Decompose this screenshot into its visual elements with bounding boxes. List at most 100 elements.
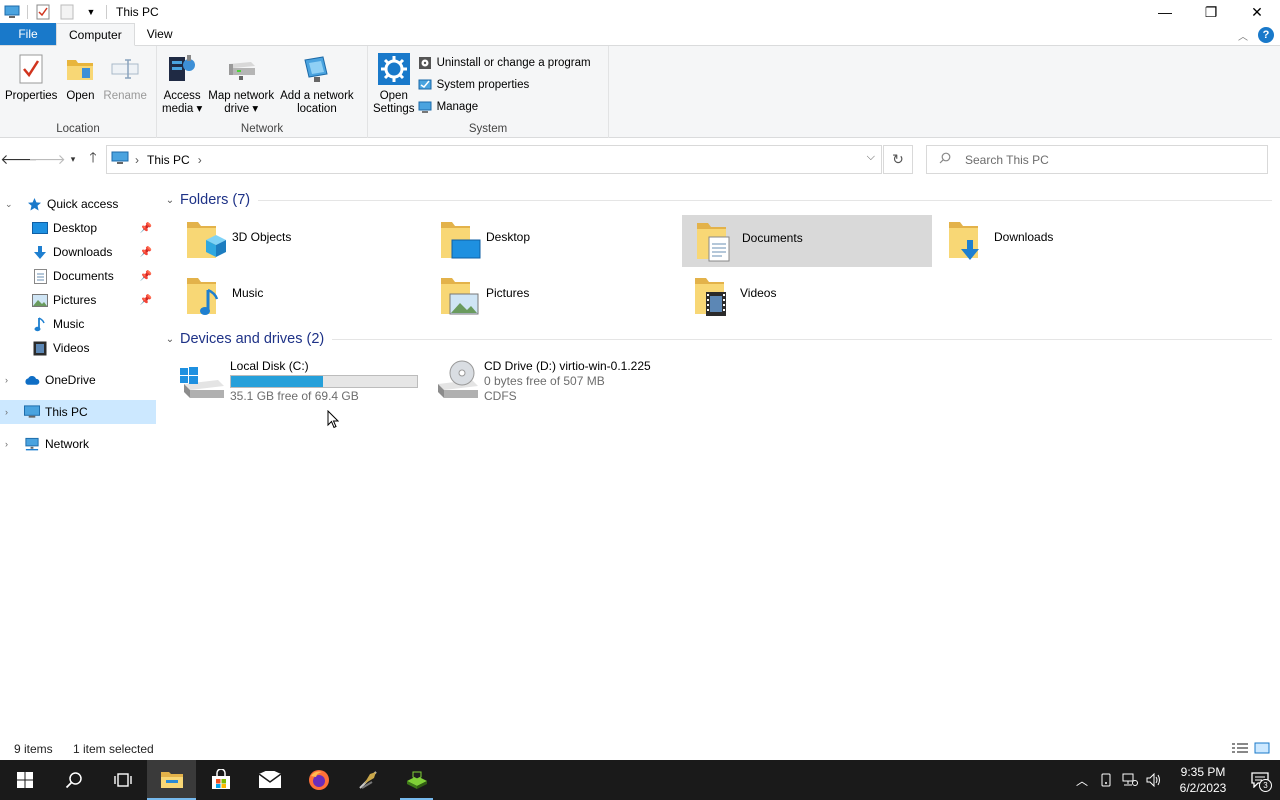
- task-view-button[interactable]: [98, 760, 147, 800]
- nav-quick-access-label: Quick access: [47, 197, 119, 211]
- breadcrumb-chevron-icon[interactable]: ›: [198, 153, 202, 167]
- action-center-button[interactable]: 3: [1240, 760, 1280, 800]
- taskbar-file-explorer[interactable]: [147, 760, 196, 800]
- nav-downloads[interactable]: Downloads 📌: [0, 240, 156, 264]
- drive-cd-d[interactable]: CD Drive (D:) virtio-win-0.1.225 0 bytes…: [416, 358, 666, 406]
- nav-pictures[interactable]: Pictures 📌: [0, 288, 156, 312]
- back-button[interactable]: 🡐: [0, 148, 38, 170]
- drive-usage-fill: [231, 376, 323, 387]
- pin-icon[interactable]: 📌: [140, 223, 152, 234]
- nav-quick-access[interactable]: ⌄ Quick access: [0, 192, 156, 216]
- refresh-button[interactable]: ↻: [883, 145, 913, 174]
- uninstall-program-button[interactable]: Uninstall or change a program: [418, 52, 591, 74]
- drive-free-space: 0 bytes free of 507 MB: [484, 374, 605, 388]
- forward-button[interactable]: 🡒: [28, 148, 66, 170]
- volume-tray-icon[interactable]: [1142, 760, 1166, 800]
- taskbar-firefox[interactable]: [294, 760, 343, 800]
- details-view-icon[interactable]: [1232, 742, 1248, 757]
- nav-desktop[interactable]: Desktop 📌: [0, 216, 156, 240]
- documents-icon: [32, 268, 48, 284]
- clock-date: 6/2/2023: [1179, 781, 1227, 795]
- folder-pictures[interactable]: Pictures: [416, 270, 666, 322]
- desktop-folder-icon: [438, 218, 482, 262]
- device-tray-icon[interactable]: [1094, 760, 1118, 800]
- nav-this-pc[interactable]: › This PC: [0, 400, 156, 424]
- nav-music-label: Music: [53, 317, 85, 331]
- folder-label: Downloads: [994, 230, 1054, 244]
- minimize-button[interactable]: —: [1142, 0, 1188, 24]
- folder-desktop[interactable]: Desktop: [416, 214, 666, 266]
- add-network-location-icon: [300, 52, 334, 86]
- drive-local-disk-c[interactable]: Local Disk (C:) 35.1 GB free of 69.4 GB: [160, 358, 418, 406]
- close-button[interactable]: ✕: [1234, 0, 1280, 24]
- task-view-icon: [113, 773, 132, 787]
- folder-3d-objects[interactable]: 3D Objects: [162, 214, 412, 266]
- show-hidden-icons-button[interactable]: ︿: [1070, 760, 1094, 800]
- taskbar-app-green[interactable]: [392, 760, 441, 800]
- tab-computer[interactable]: Computer: [56, 23, 135, 46]
- collapse-icon[interactable]: ⌄: [5, 199, 15, 210]
- manage-button[interactable]: Manage: [418, 96, 591, 118]
- properties-qat-icon[interactable]: [35, 4, 51, 20]
- mouse-cursor-icon: [327, 409, 340, 432]
- uninstall-label: Uninstall or change a program: [436, 57, 591, 69]
- devices-group-header[interactable]: ⌄ Devices and drives (2): [160, 327, 1272, 351]
- map-network-drive-label-1: Map network: [208, 90, 275, 102]
- collapse-icon[interactable]: ⌄: [160, 334, 180, 345]
- new-folder-qat-icon[interactable]: [59, 4, 75, 20]
- this-pc-icon[interactable]: [4, 4, 20, 20]
- help-icon[interactable]: ?: [1258, 27, 1274, 43]
- qat-dropdown-icon[interactable]: ▼: [83, 4, 99, 20]
- store-bag-icon: [211, 769, 230, 789]
- taskbar-app-feather[interactable]: [343, 760, 392, 800]
- folder-music[interactable]: Music: [162, 270, 412, 322]
- drive-usage-bar: [230, 375, 418, 388]
- nav-music[interactable]: Music: [0, 312, 156, 336]
- folders-group-header[interactable]: ⌄ Folders (7): [160, 188, 1272, 212]
- folder-videos[interactable]: Videos: [670, 270, 920, 322]
- properties-icon: [14, 52, 48, 86]
- ribbon-tabs: File Computer View ︿ ?: [0, 23, 1280, 46]
- taskbar-search-button[interactable]: [49, 760, 98, 800]
- open-label: Open: [66, 90, 95, 102]
- folder-documents[interactable]: Documents: [682, 215, 932, 267]
- clock[interactable]: 9:35 PM 6/2/2023: [1172, 764, 1234, 796]
- address-row: 🡐 🡒 ▾ 🡑 › This PC › ⌵ ↻ Search This PC: [0, 138, 1280, 180]
- pin-icon[interactable]: 📌: [140, 271, 152, 282]
- quick-access-toolbar: ▼: [0, 0, 110, 24]
- nav-documents[interactable]: Documents 📌: [0, 264, 156, 288]
- address-dropdown-icon[interactable]: ⌵: [867, 151, 875, 164]
- collapse-icon[interactable]: ⌄: [160, 195, 180, 206]
- taskbar-store[interactable]: [196, 760, 245, 800]
- uninstall-icon: [418, 56, 432, 70]
- pin-icon[interactable]: 📌: [140, 247, 152, 258]
- expand-icon[interactable]: ›: [5, 407, 15, 417]
- expand-icon[interactable]: ›: [5, 439, 15, 449]
- map-network-drive-icon: [224, 52, 258, 86]
- tab-file[interactable]: File: [0, 23, 56, 45]
- folder-downloads[interactable]: Downloads: [924, 214, 1174, 266]
- expand-icon[interactable]: ›: [5, 375, 15, 385]
- maximize-button[interactable]: ❐: [1188, 0, 1234, 24]
- recent-locations-button[interactable]: ▾: [62, 148, 84, 170]
- system-group-label: System: [468, 123, 508, 135]
- nav-videos[interactable]: Videos: [0, 336, 156, 360]
- nav-downloads-label: Downloads: [53, 245, 113, 259]
- taskbar-mail[interactable]: [245, 760, 294, 800]
- videos-folder-icon: [692, 274, 736, 318]
- tab-view[interactable]: View: [135, 23, 185, 45]
- up-button[interactable]: 🡑: [82, 148, 104, 170]
- nav-onedrive[interactable]: › OneDrive: [0, 368, 156, 392]
- breadcrumb-this-pc[interactable]: This PC: [147, 153, 190, 167]
- large-icons-view-icon[interactable]: [1254, 742, 1270, 757]
- start-button[interactable]: [0, 760, 49, 800]
- search-input[interactable]: Search This PC: [926, 145, 1268, 174]
- system-properties-button[interactable]: System properties: [418, 74, 591, 96]
- nav-network[interactable]: › Network: [0, 432, 156, 456]
- pin-icon[interactable]: 📌: [140, 295, 152, 306]
- breadcrumb-separator-icon[interactable]: ›: [135, 153, 139, 167]
- network-tray-icon[interactable]: [1118, 760, 1142, 800]
- minimize-ribbon-icon[interactable]: ︿: [1238, 28, 1248, 43]
- folder-label: Desktop: [486, 230, 531, 244]
- address-bar[interactable]: › This PC › ⌵: [106, 145, 882, 174]
